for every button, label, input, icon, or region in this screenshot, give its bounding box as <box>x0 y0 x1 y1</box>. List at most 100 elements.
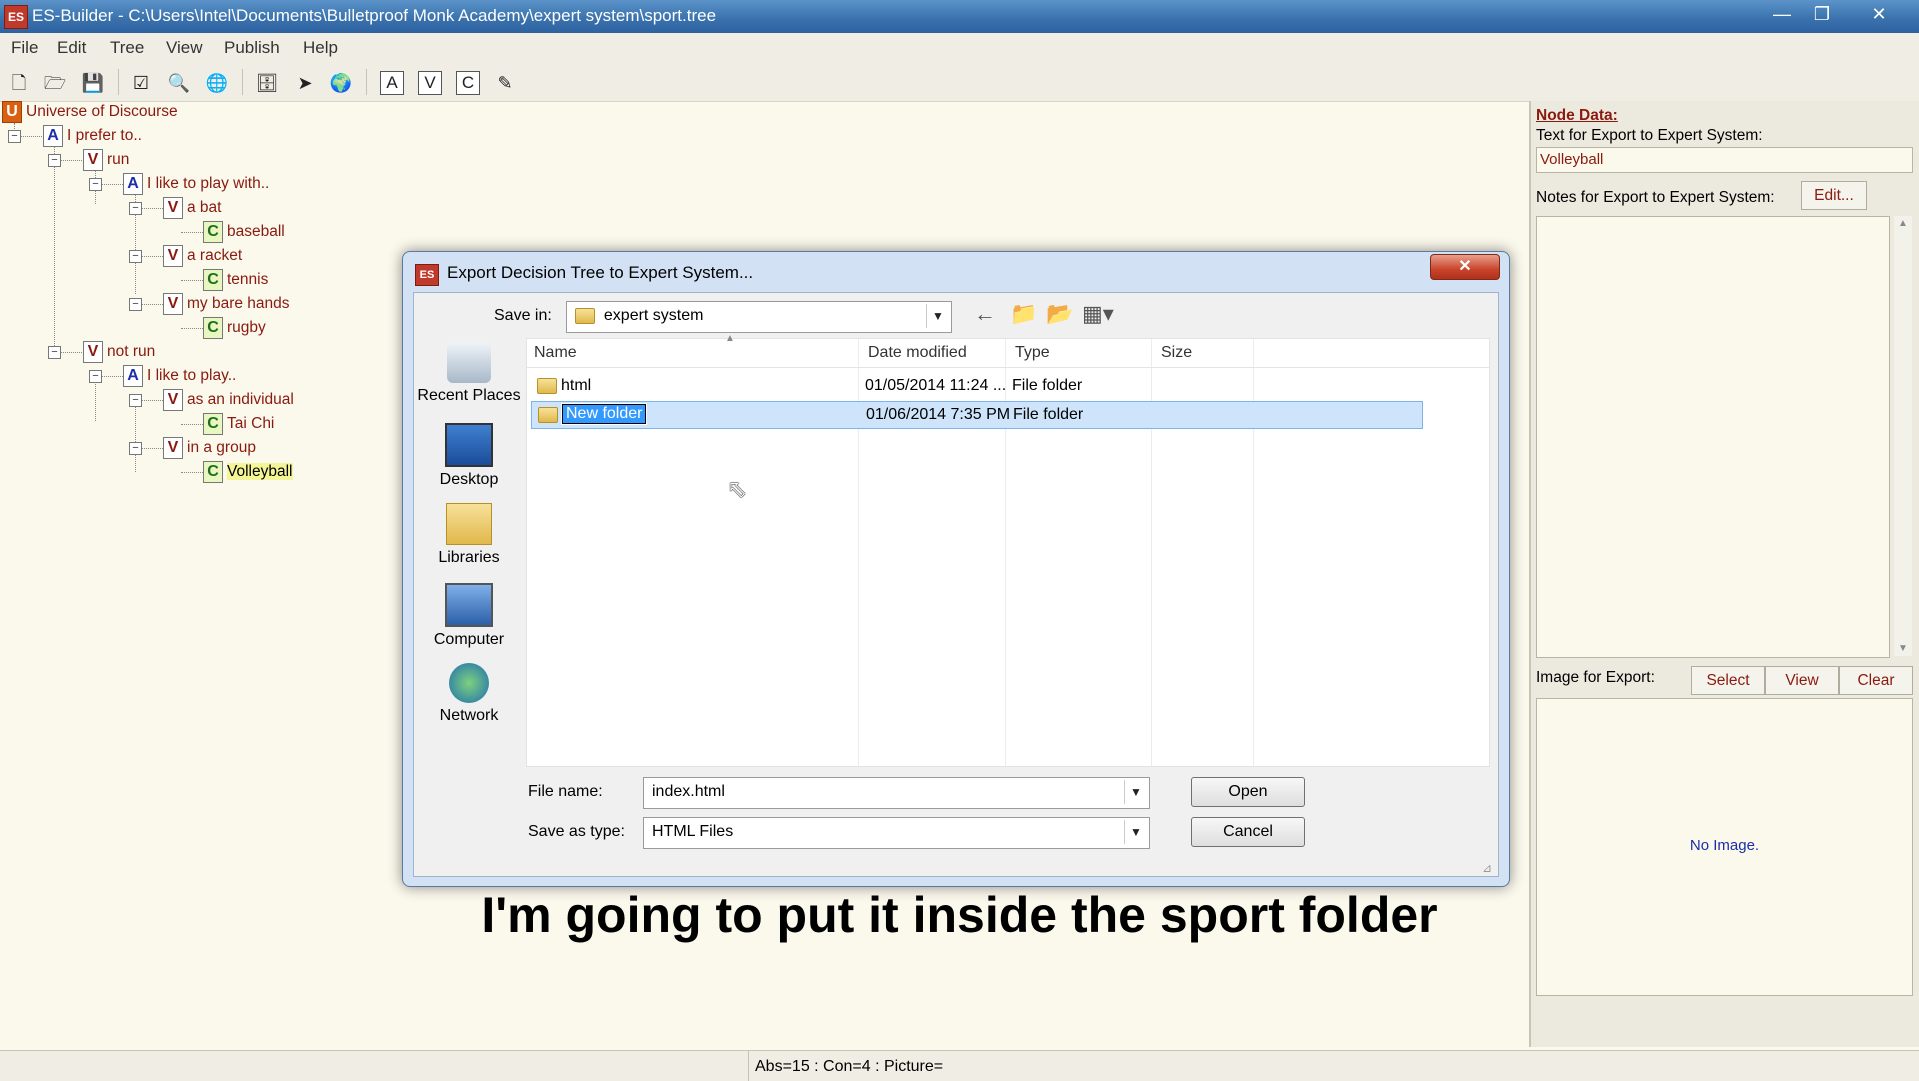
place-network[interactable]: Network <box>414 663 524 725</box>
tree-node[interactable]: AI like to play with.. <box>123 173 269 195</box>
chevron-down-icon[interactable]: ▼ <box>1124 820 1147 844</box>
window-title: ES-Builder - C:\Users\Intel\Documents\Bu… <box>32 6 717 25</box>
menu-publish[interactable]: Publish <box>224 38 280 58</box>
edit-pencil-icon[interactable]: ✎ <box>490 68 520 98</box>
conclusion-icon: C <box>203 269 223 291</box>
new-file-icon[interactable]: 🗋 <box>4 68 34 98</box>
add-a-node-button[interactable]: A <box>380 71 404 95</box>
close-window-button[interactable]: ✕ <box>1860 0 1898 30</box>
places-bar: Recent Places Desktop Libraries Computer… <box>414 293 524 876</box>
collapse-toggle[interactable]: − <box>89 178 102 191</box>
notes-area[interactable] <box>1536 216 1890 658</box>
save-icon[interactable]: 💾 <box>78 68 108 98</box>
sort-ascending-icon: ▲ <box>725 333 735 344</box>
select-image-button[interactable]: Select <box>1691 666 1765 695</box>
check-icon[interactable]: ☑ <box>126 68 156 98</box>
collapse-toggle[interactable]: − <box>8 130 21 143</box>
chevron-down-icon[interactable]: ▼ <box>1124 780 1147 804</box>
resize-grip-icon[interactable]: ⊿ <box>1482 861 1492 875</box>
view-image-button[interactable]: View <box>1765 666 1839 695</box>
notes-scrollbar[interactable]: ▲ ▼ <box>1894 216 1912 656</box>
column-name[interactable]: Name <box>527 339 854 367</box>
file-name-input[interactable]: index.html ▼ <box>643 777 1150 809</box>
folder-icon <box>537 377 557 394</box>
cancel-button[interactable]: Cancel <box>1191 817 1305 847</box>
save-in-combo[interactable]: expert system ▼ <box>566 301 952 333</box>
text-export-field[interactable]: Volleyball <box>1536 147 1913 173</box>
dialog-close-button[interactable]: ✕ <box>1430 254 1500 280</box>
menu-view[interactable]: View <box>166 38 203 58</box>
status-text: Abs=15 : Con=4 : Picture= <box>755 1058 944 1075</box>
rename-field[interactable]: New folder <box>560 403 648 425</box>
menu-tree[interactable]: Tree <box>110 38 144 58</box>
attribute-icon: A <box>43 125 63 147</box>
tree-node[interactable]: Vmy bare hands <box>163 293 290 315</box>
collapse-toggle[interactable]: − <box>129 250 142 263</box>
tree-node-selected[interactable]: C Volleyball <box>203 461 293 483</box>
clear-image-button[interactable]: Clear <box>1839 666 1913 695</box>
collapse-toggle[interactable]: − <box>89 370 102 383</box>
open-button[interactable]: Open <box>1191 777 1305 807</box>
value-icon: V <box>163 197 183 219</box>
tree-node[interactable]: Va racket <box>163 245 242 267</box>
menu-edit[interactable]: Edit <box>57 38 86 58</box>
tree-node[interactable]: AI prefer to.. <box>43 125 142 147</box>
column-date-modified[interactable]: Date modified <box>861 339 1008 367</box>
universe-icon: U <box>2 101 22 123</box>
export-icon[interactable]: 🗄 <box>252 68 282 98</box>
scroll-down-icon[interactable]: ▼ <box>1894 643 1912 654</box>
collapse-toggle[interactable]: − <box>129 202 142 215</box>
network-icon <box>449 663 489 703</box>
new-folder-icon[interactable]: 📂 <box>1046 301 1073 327</box>
tree-node[interactable]: Vas an individual <box>163 389 294 411</box>
app-icon: ES <box>4 5 28 29</box>
place-desktop[interactable]: Desktop <box>414 423 524 489</box>
status-bar: Abs=15 : Con=4 : Picture= <box>0 1050 1919 1081</box>
menu-file[interactable]: File <box>11 38 38 58</box>
place-recent-places[interactable]: Recent Places <box>414 343 524 405</box>
tree-root[interactable]: U Universe of Discourse <box>2 101 178 123</box>
file-type: File folder <box>1012 377 1083 394</box>
minimize-button[interactable]: — <box>1763 0 1801 30</box>
edit-notes-button[interactable]: Edit... <box>1801 181 1867 210</box>
tree-node[interactable]: Vin a group <box>163 437 256 459</box>
tree-node[interactable]: Crugby <box>203 317 266 339</box>
place-libraries[interactable]: Libraries <box>414 503 524 567</box>
column-type[interactable]: Type <box>1008 339 1155 367</box>
tree-node[interactable]: AI like to play.. <box>123 365 236 387</box>
add-c-node-button[interactable]: C <box>456 71 480 95</box>
no-image-text: No Image. <box>1689 837 1760 854</box>
add-v-node-button[interactable]: V <box>418 71 442 95</box>
menu-help[interactable]: Help <box>303 38 338 58</box>
column-size[interactable]: Size <box>1154 339 1261 367</box>
tree-node[interactable]: C Tai Chi <box>203 413 274 435</box>
file-row-selected[interactable]: New folder 01/06/2014 7:35 PM File folde… <box>531 401 1423 429</box>
conclusion-icon: C <box>203 413 223 435</box>
tree-node[interactable]: Ctennis <box>203 269 268 291</box>
collapse-toggle[interactable]: − <box>48 154 61 167</box>
collapse-toggle[interactable]: − <box>129 442 142 455</box>
back-arrow-icon[interactable]: ← <box>974 301 996 327</box>
arrow-icon[interactable]: ➤ <box>290 68 320 98</box>
value-icon: V <box>83 149 103 171</box>
globe-search-icon[interactable]: 🌐 <box>202 68 232 98</box>
collapse-toggle[interactable]: − <box>129 298 142 311</box>
up-folder-icon[interactable]: 📁 <box>1010 301 1037 327</box>
collapse-toggle[interactable]: − <box>129 394 142 407</box>
save-as-type-select[interactable]: HTML Files ▼ <box>643 817 1150 849</box>
preview-icon[interactable]: 🔍 <box>164 68 194 98</box>
view-menu-icon[interactable]: ▦▾ <box>1082 301 1114 327</box>
tree-node[interactable]: Va bat <box>163 197 221 219</box>
scroll-up-icon[interactable]: ▲ <box>1894 218 1912 229</box>
web-globe-icon[interactable]: 🌍 <box>326 68 356 98</box>
tree-node[interactable]: Vnot run <box>83 341 155 363</box>
file-row[interactable]: html 01/05/2014 11:24 ... File folder <box>531 373 1421 399</box>
restore-button[interactable]: ❐ <box>1803 0 1841 30</box>
open-folder-icon[interactable]: 🗁 <box>40 68 70 98</box>
chevron-down-icon[interactable]: ▼ <box>926 304 949 328</box>
tree-node[interactable]: Vrun <box>83 149 129 171</box>
collapse-toggle[interactable]: − <box>48 346 61 359</box>
tree-node[interactable]: Cbaseball <box>203 221 285 243</box>
video-caption: I'm going to put it inside the sport fol… <box>481 887 1438 943</box>
place-computer[interactable]: Computer <box>414 583 524 649</box>
